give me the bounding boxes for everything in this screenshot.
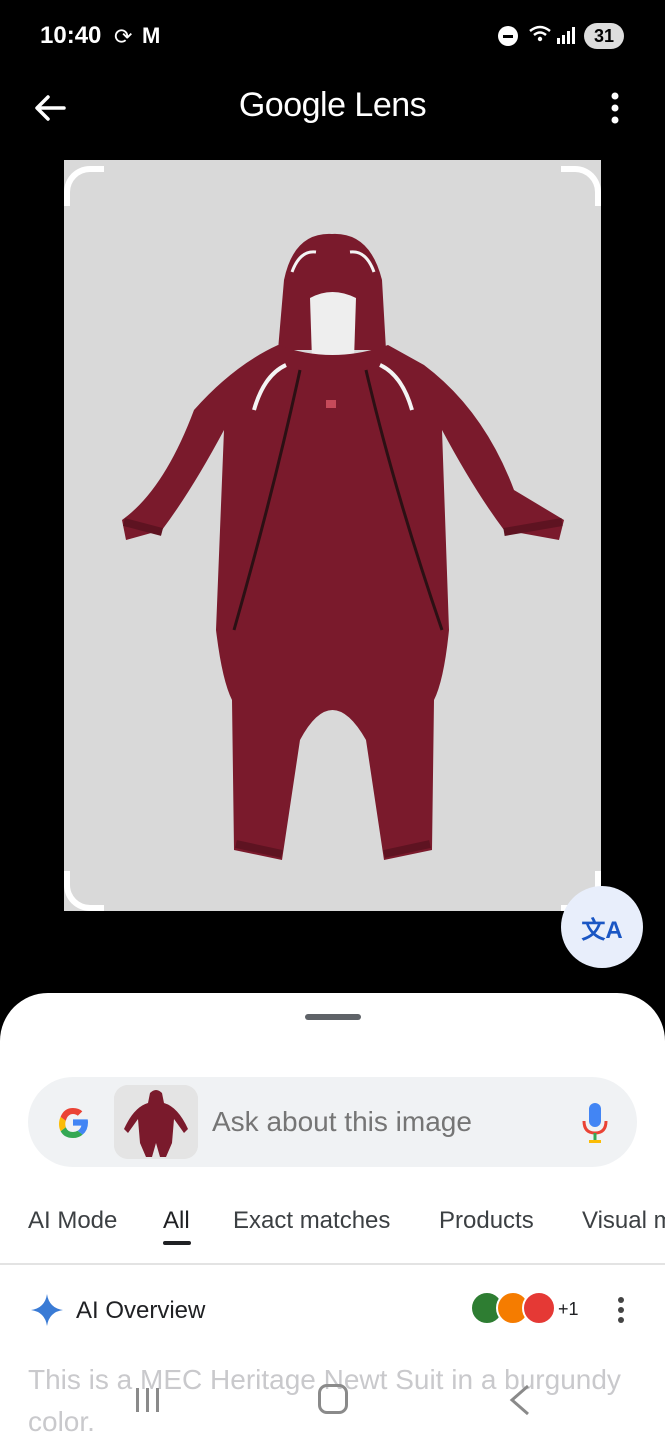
tab-products[interactable]: Products <box>439 1207 534 1235</box>
clock: 10:40 <box>40 22 102 49</box>
status-bar: 10:40 ⟳ M 31 <box>0 0 665 72</box>
wifi-icon <box>528 24 552 49</box>
active-tab-indicator <box>163 1241 191 1245</box>
burgundy-snowsuit-image <box>64 160 601 911</box>
drag-handle[interactable] <box>305 1014 361 1020</box>
tab-visual-matches[interactable]: Visual m <box>582 1207 665 1235</box>
battery-indicator: 31 <box>584 23 624 49</box>
source-favicons[interactable] <box>470 1291 560 1329</box>
search-input[interactable] <box>212 1106 572 1138</box>
more-options-icon[interactable] <box>600 88 630 128</box>
gemini-sparkle-icon <box>31 1294 63 1326</box>
ai-overview-label: AI Overview <box>76 1297 206 1324</box>
source-favicon-pinterest <box>522 1291 556 1325</box>
app-title: Google Lens <box>238 86 427 124</box>
recents-icon[interactable] <box>134 1386 162 1414</box>
translate-icon: 文A <box>581 916 623 944</box>
gmail-icon: M <box>142 23 161 48</box>
do-not-disturb-icon <box>498 26 518 46</box>
image-thumbnail[interactable] <box>114 1085 198 1159</box>
signal-icon <box>556 26 578 44</box>
searched-image <box>64 160 601 911</box>
sources-more-count: +1 <box>558 1299 579 1319</box>
system-nav-bar <box>0 1366 665 1440</box>
ai-overview-header: AI Overview +1 <box>0 1273 665 1343</box>
search-bar[interactable] <box>28 1077 637 1167</box>
top-app-bar: Google Lens <box>0 72 665 142</box>
sync-icon: ⟳ <box>114 24 133 49</box>
tab-all[interactable]: All <box>163 1207 190 1235</box>
nav-back-icon[interactable] <box>508 1384 532 1416</box>
translate-button[interactable]: 文A <box>561 886 643 968</box>
tab-ai-mode[interactable]: AI Mode <box>28 1207 117 1235</box>
result-tabs: AI Mode All Exact matches Products Visua… <box>0 1193 665 1265</box>
home-icon[interactable] <box>318 1384 348 1414</box>
tab-exact-matches[interactable]: Exact matches <box>233 1207 390 1235</box>
overview-more-icon[interactable] <box>614 1293 628 1327</box>
microphone-icon[interactable] <box>580 1101 610 1145</box>
google-g-icon <box>59 1108 88 1138</box>
